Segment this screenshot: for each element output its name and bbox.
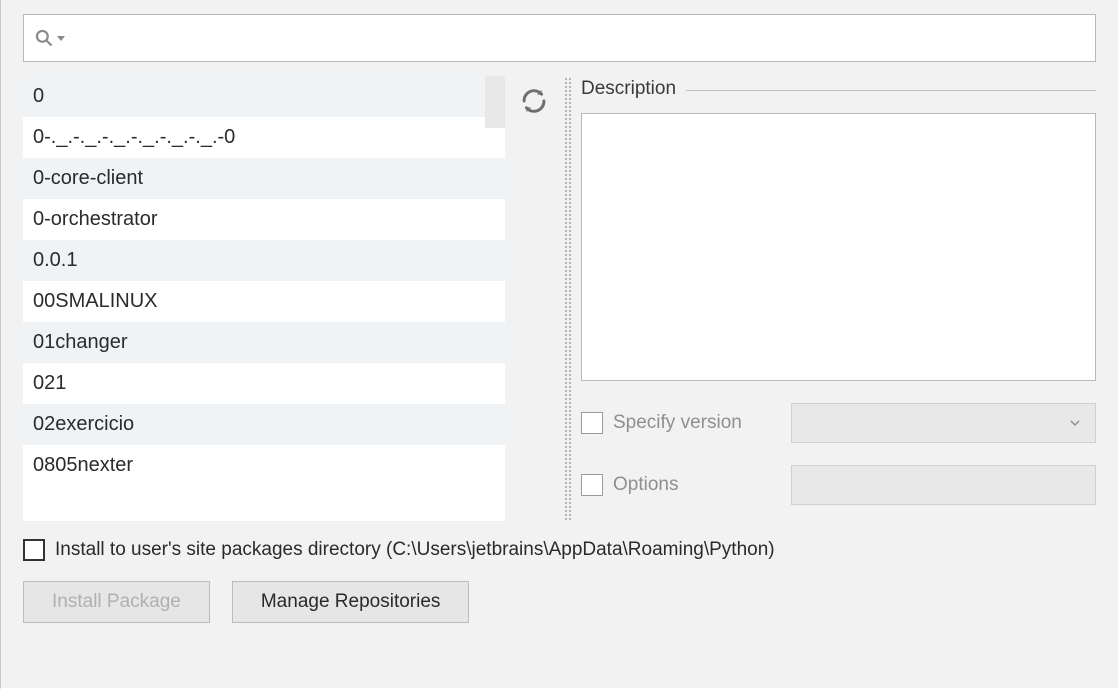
package-list-scroll[interactable]: 0 0-._.-._.-._.-._.-._.-._.-0 0-core-cli… — [23, 76, 505, 521]
package-list-item[interactable]: 00SMALINUX — [23, 281, 505, 322]
specify-version-checkbox[interactable] — [581, 412, 603, 434]
search-bar — [23, 14, 1096, 62]
search-dropdown-icon[interactable] — [34, 28, 70, 48]
install-user-site-checkbox[interactable] — [23, 539, 45, 561]
package-list-item[interactable]: 0.0.1 — [23, 240, 505, 281]
package-list-item[interactable]: 0-core-client — [23, 158, 505, 199]
options-label: Options — [607, 474, 787, 496]
package-list-item[interactable]: 021 — [23, 363, 505, 404]
package-list-item[interactable]: 0805nexter — [23, 445, 505, 486]
refresh-button[interactable] — [517, 84, 551, 118]
package-list-item[interactable]: 01changer — [23, 322, 505, 363]
specify-version-label: Specify version — [607, 412, 787, 434]
package-list-item[interactable]: 0-._.-._.-._.-._.-._.-._.-0 — [23, 117, 505, 158]
dropdown-triangle-icon — [56, 33, 66, 43]
install-user-site-label: Install to user's site packages director… — [55, 539, 775, 561]
manage-repositories-button[interactable]: Manage Repositories — [232, 581, 470, 623]
package-list-item[interactable]: 0-orchestrator — [23, 199, 505, 240]
description-label: Description — [581, 78, 686, 100]
install-package-button[interactable]: Install Package — [23, 581, 210, 623]
scrollbar-thumb[interactable] — [485, 76, 505, 128]
options-checkbox[interactable] — [581, 474, 603, 496]
package-list-item[interactable]: 02exercicio — [23, 404, 505, 445]
package-list-item[interactable]: 0 — [23, 76, 505, 117]
refresh-icon — [520, 87, 548, 115]
search-icon — [34, 28, 54, 48]
description-text-area — [581, 113, 1096, 381]
version-select[interactable] — [791, 403, 1096, 443]
package-list: 0 0-._.-._.-._.-._.-._.-._.-0 0-core-cli… — [23, 76, 505, 521]
chevron-down-icon — [1067, 415, 1083, 431]
search-input[interactable] — [70, 21, 1085, 56]
splitter-handle[interactable] — [563, 76, 573, 521]
options-input[interactable] — [791, 465, 1096, 505]
